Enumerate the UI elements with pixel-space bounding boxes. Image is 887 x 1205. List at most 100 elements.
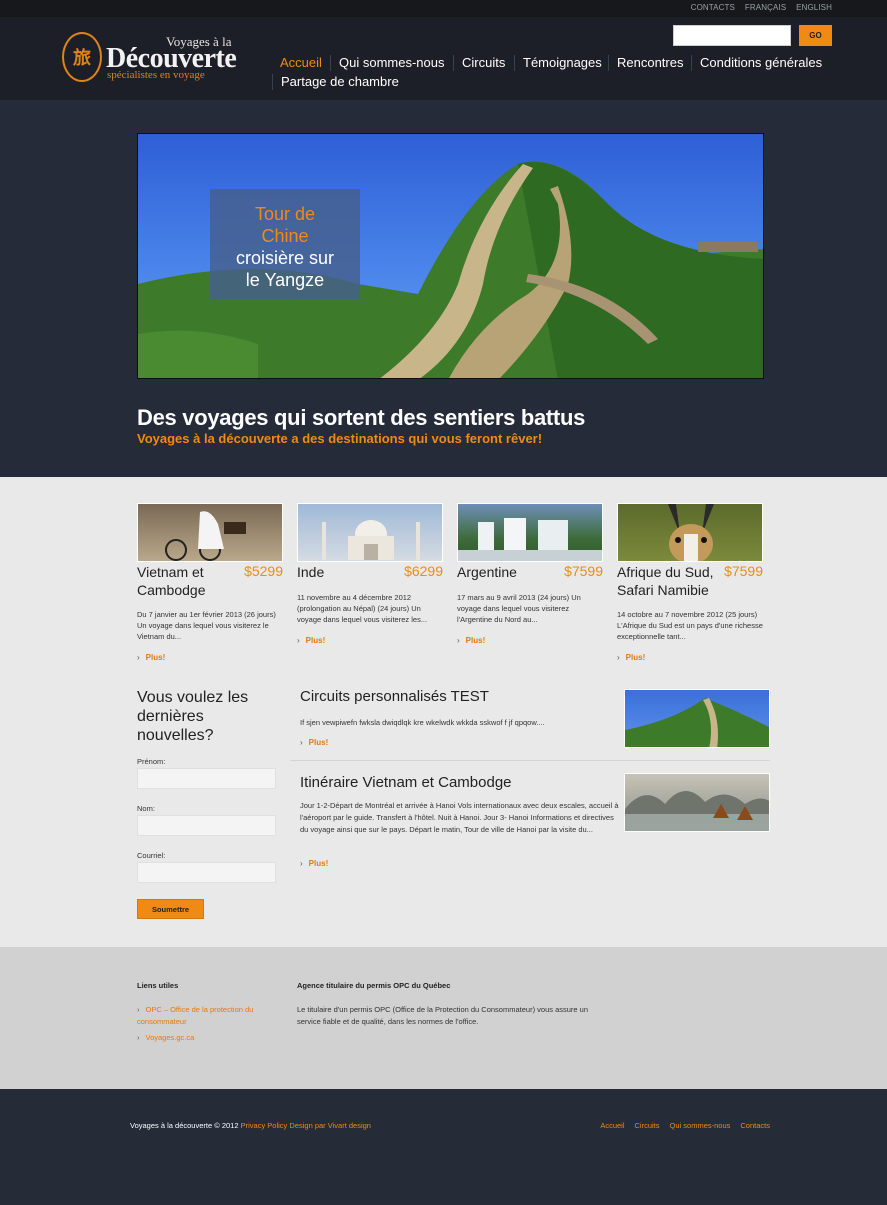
top-link-english[interactable]: ENGLISH [796,3,832,12]
tour-more-link[interactable]: › Plus! [617,653,645,662]
logo[interactable]: 旅 Voyages à la Découverte spécialistes e… [62,32,262,84]
footer-nav-accueil[interactable]: Accueil [600,1121,624,1130]
hero: Tour de Chine croisière sur le Yangze De… [0,100,887,477]
copyright-text: Voyages à la découverte © 2012 [130,1121,239,1130]
nav-item-accueil[interactable]: Accueil [272,55,322,71]
post-more-label: Plus! [308,738,329,747]
footer-link-voyages-gc[interactable]: › Voyages.gc.ca [137,1032,194,1044]
footer-nav-qui-sommes-nous[interactable]: Qui sommes-nous [670,1121,731,1130]
first-name-field[interactable] [137,768,276,789]
tour-card: Inde $6299 11 novembre au 4 décembre 201… [297,503,443,645]
footer-nav: Accueil Circuits Qui sommes-nous Contact… [600,1121,770,1130]
email-field[interactable] [137,862,276,883]
footer-link-voyages-gc-label: Voyages.gc.ca [145,1033,195,1042]
tour-name[interactable]: Afrique du Sud, Safari Namibie [617,563,727,599]
hero-subtagline: Voyages à la découverte a des destinatio… [137,431,543,446]
logo-seal-icon: 旅 [62,32,102,82]
chevron-right-icon: › [617,653,620,662]
footer-nav-contacts[interactable]: Contacts [740,1121,770,1130]
main-content: Vietnam et Cambodge $5299 Du 7 janvier a… [0,477,887,947]
tour-name[interactable]: Vietnam et Cambodge [137,563,237,599]
nav-item-circuits[interactable]: Circuits [453,55,505,71]
post-title[interactable]: Circuits personnalisés TEST [300,688,489,705]
chevron-right-icon: › [297,636,300,645]
hero-slide[interactable]: Tour de Chine croisière sur le Yangze [137,133,764,379]
footer-link-opc-label: OPC – Office de la protection du consomm… [137,1005,254,1026]
top-bar: CONTACTS FRANÇAIS ENGLISH [0,0,887,17]
post-item: Circuits personnalisés TEST If sjen vewp… [290,687,770,757]
tour-price: $7599 [724,563,763,579]
tour-more-label: Plus! [465,636,486,645]
post-desc: Jour 1-2-Départ de Montréal et arrivée à… [300,801,619,834]
last-name-field[interactable] [137,815,276,836]
hero-caption-line3: croisière sur [235,248,335,268]
footer-bottom: Voyages à la découverte © 2012 Privacy P… [0,1089,887,1205]
top-link-francais[interactable]: FRANÇAIS [745,3,786,12]
tour-card: Vietnam et Cambodge $5299 Du 7 janvier a… [137,503,283,662]
tour-image-argentine[interactable] [457,503,603,562]
top-link-contacts[interactable]: CONTACTS [691,3,735,12]
hero-caption-line2: Chine [261,226,309,246]
agency-text: Le titulaire d'un permis OPC (Office de … [297,1005,589,1026]
great-wall-thumb-illustration [625,698,769,747]
chevron-right-icon: › [457,636,460,645]
tour-price: $5299 [244,563,283,579]
header: 旅 Voyages à la Découverte spécialistes e… [0,17,887,100]
top-links: CONTACTS FRANÇAIS ENGLISH [691,3,832,12]
tour-more-link[interactable]: › Plus! [137,653,165,662]
hero-tagline: Des voyages qui sortent des sentiers bat… [137,405,586,430]
nav-item-partage-chambre[interactable]: Partage de chambre [272,74,399,90]
tour-name[interactable]: Argentine [457,563,557,581]
hero-caption-line1: Tour de [254,204,316,224]
chevron-right-icon: › [300,859,303,868]
taj-mahal-illustration [322,520,420,560]
tour-more-link[interactable]: › Plus! [457,636,485,645]
tour-image-vietnam[interactable] [137,503,283,562]
agency-title: Agence titulaire du permis OPC du Québec [297,981,451,990]
tour-image-inde[interactable] [297,503,443,562]
tour-more-link[interactable]: › Plus! [297,636,325,645]
tour-more-label: Plus! [145,653,166,662]
search-go-button[interactable]: GO [799,25,832,46]
tour-desc: 17 mars au 9 avril 2013 (24 jours) Un vo… [457,593,581,624]
first-name-label: Prénom: [137,757,166,766]
footer-link-opc[interactable]: › OPC – Office de la protection du consom… [137,1004,277,1028]
post-more-link[interactable]: › Plus! [300,738,328,747]
antelope-illustration [668,504,714,561]
tour-name[interactable]: Inde [297,563,397,581]
tour-desc: 14 octobre au 7 novembre 2012 (25 jours)… [617,610,763,641]
post-more-label: Plus! [308,859,329,868]
cyclist-illustration [165,511,246,561]
post-desc: If sjen vewpiwefn fwksla dwiqdlqk kre wk… [300,718,545,727]
submit-button[interactable]: Soumettre [137,899,204,919]
tour-image-afrique[interactable] [617,503,763,562]
tour-card: Argentine $7599 17 mars au 9 avril 2013 … [457,503,603,645]
nav-item-rencontres[interactable]: Rencontres [608,55,683,71]
logo-line3: spécialistes en voyage [107,69,205,81]
tour-desc: 11 novembre au 4 décembre 2012 (prolonga… [297,593,428,624]
chevron-right-icon: › [137,1033,140,1042]
tour-more-label: Plus! [305,636,326,645]
waterfall-illustration [458,518,602,561]
chevron-right-icon: › [137,1005,140,1014]
post-title[interactable]: Itinéraire Vietnam et Cambodge [300,774,512,791]
nav-item-temoignages[interactable]: Témoignages [514,55,602,71]
tour-desc: Du 7 janvier au 1er février 2013 (26 jou… [137,610,276,641]
post-divider [290,760,770,761]
copyright: Voyages à la découverte © 2012 Privacy P… [130,1121,371,1130]
chevron-right-icon: › [300,738,303,747]
tour-price: $7599 [564,563,603,579]
design-credit-link[interactable]: Design par Vivart design [289,1121,371,1130]
hero-caption: Tour de Chine croisière sur le Yangze [210,189,360,299]
search-input[interactable] [673,25,791,46]
footer-links-area: Liens utiles › OPC – Office de la protect… [0,947,887,1089]
privacy-policy-link[interactable]: Privacy Policy [241,1121,288,1130]
nav-item-conditions[interactable]: Conditions générales [691,55,822,71]
tour-more-label: Plus! [625,653,646,662]
post-image-halong[interactable] [624,773,770,832]
footer-nav-circuits[interactable]: Circuits [635,1121,660,1130]
nav-item-qui-sommes-nous[interactable]: Qui sommes-nous [330,55,444,71]
post-more-link[interactable]: › Plus! [300,859,328,868]
post-image-great-wall[interactable] [624,689,770,748]
useful-links-title: Liens utiles [137,981,179,990]
